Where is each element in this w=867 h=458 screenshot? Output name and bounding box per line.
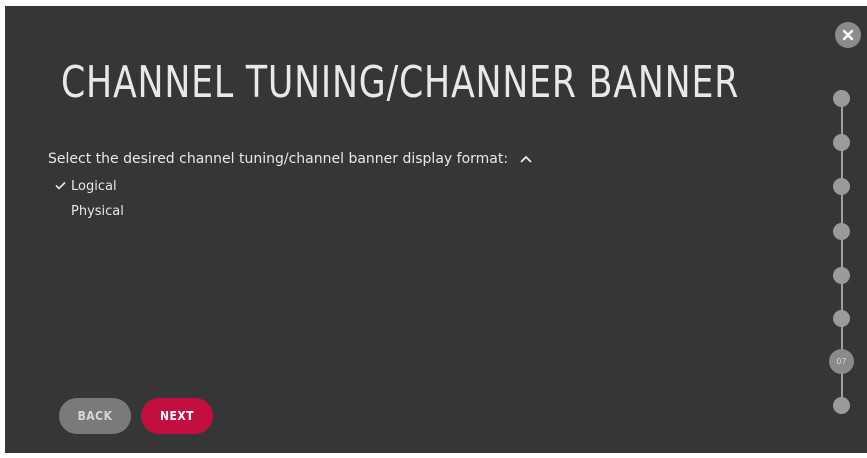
- option-label: Physical: [71, 204, 124, 219]
- step-dot: [833, 134, 850, 151]
- step-current: 07: [829, 349, 854, 374]
- checkmark-icon: [55, 178, 71, 195]
- back-button[interactable]: BACK: [59, 398, 131, 434]
- step-dot: [833, 223, 850, 240]
- setup-screen: CHANNEL TUNING/CHANNER BANNER Select the…: [5, 6, 867, 453]
- step-dot: [833, 397, 850, 414]
- step-dot: [833, 90, 850, 107]
- option-label: Logical: [71, 179, 117, 194]
- close-button[interactable]: [835, 22, 861, 48]
- page-title: CHANNEL TUNING/CHANNER BANNER: [61, 57, 740, 108]
- step-dot: [833, 310, 850, 327]
- option-logical[interactable]: Logical: [55, 178, 117, 195]
- close-icon: [842, 29, 854, 41]
- prompt-text: Select the desired channel tuning/channe…: [48, 151, 509, 167]
- option-physical[interactable]: Physical: [71, 203, 124, 220]
- step-dot: [833, 178, 850, 195]
- dropdown-prompt[interactable]: Select the desired channel tuning/channe…: [48, 150, 532, 168]
- step-dot: [833, 267, 850, 284]
- chevron-up-icon[interactable]: [519, 150, 532, 168]
- next-button[interactable]: NEXT: [141, 398, 213, 434]
